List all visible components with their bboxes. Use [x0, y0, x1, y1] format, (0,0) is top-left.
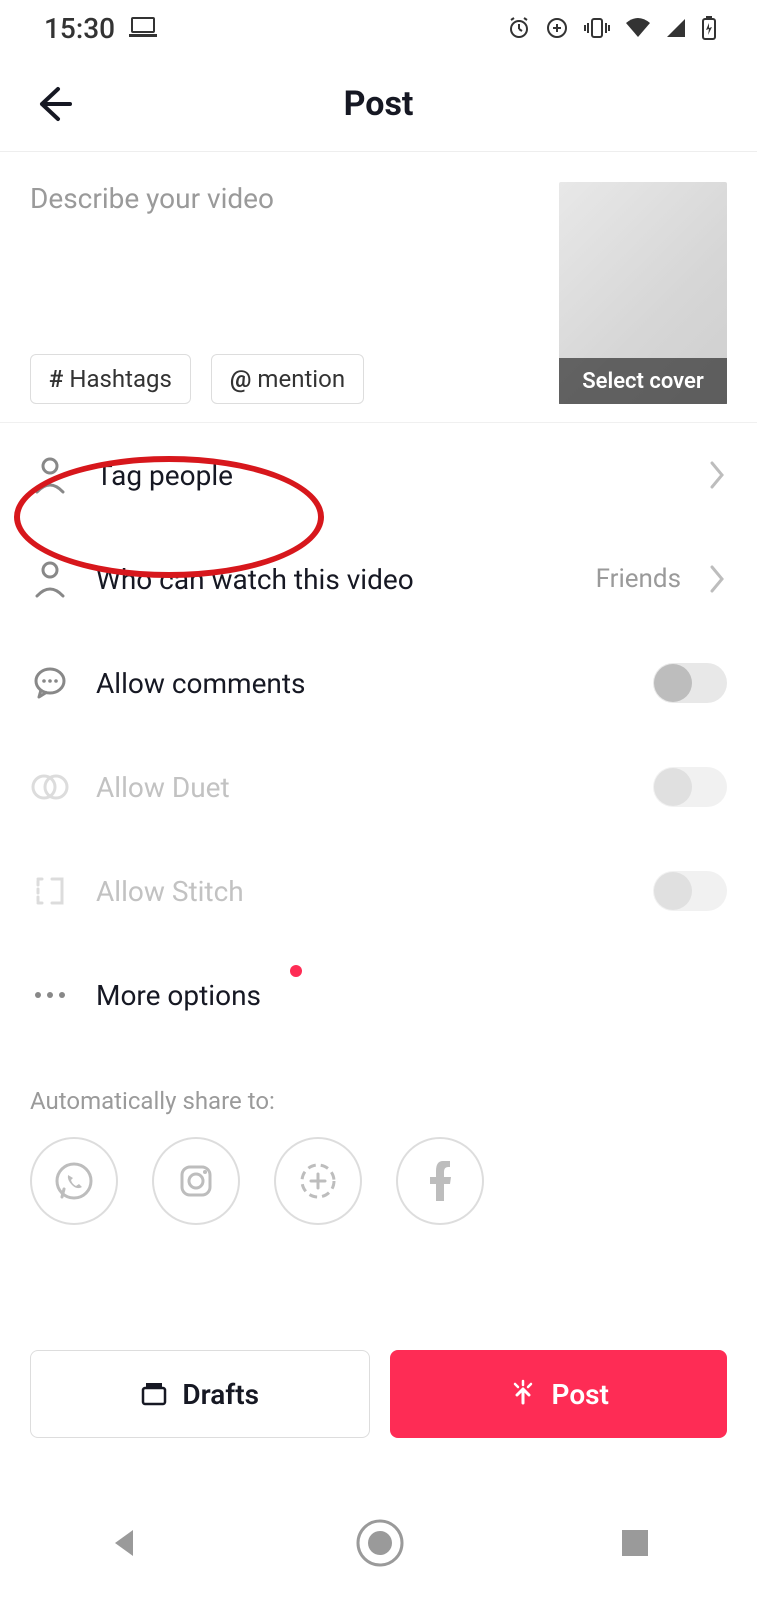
drafts-button[interactable]: Drafts — [30, 1350, 370, 1438]
vibrate-icon — [583, 16, 611, 40]
compose-left: Describe your video # Hashtags @ mention — [30, 182, 539, 404]
bottom-buttons: Drafts Post — [30, 1350, 727, 1438]
cover-thumbnail[interactable]: Select cover — [559, 182, 727, 404]
back-arrow-icon — [32, 83, 74, 125]
wifi-icon — [625, 17, 651, 39]
select-cover-button[interactable]: Select cover — [559, 358, 727, 404]
allow-stitch-toggle — [653, 871, 727, 911]
signal-icon — [665, 17, 687, 39]
comment-icon — [30, 666, 70, 700]
who-can-watch-row[interactable]: Who can watch this video Friends — [30, 527, 727, 631]
who-can-watch-value: Friends — [596, 564, 681, 594]
more-icon — [30, 990, 70, 1000]
nav-back[interactable] — [107, 1526, 141, 1564]
share-instagram[interactable] — [152, 1137, 240, 1225]
share-status[interactable] — [274, 1137, 362, 1225]
battery-icon — [701, 16, 717, 40]
compose-area: Describe your video # Hashtags @ mention… — [0, 152, 757, 423]
chevron-right-icon — [707, 459, 727, 491]
laptop-icon — [129, 12, 157, 45]
allow-comments-toggle[interactable] — [653, 663, 727, 703]
allow-comments-label: Allow comments — [96, 667, 627, 700]
hashtags-label: Hashtags — [69, 365, 172, 393]
status-left: 15:30 — [44, 12, 157, 45]
at-icon: @ — [230, 365, 252, 393]
hash-icon: # — [49, 365, 63, 393]
status-right — [507, 16, 717, 40]
person-icon — [30, 560, 70, 598]
instagram-icon — [174, 1159, 218, 1203]
allow-duet-label: Allow Duet — [96, 771, 627, 804]
who-can-watch-label: Who can watch this video — [96, 563, 570, 596]
share-whatsapp[interactable] — [30, 1137, 118, 1225]
share-facebook[interactable] — [396, 1137, 484, 1225]
status-bar: 15:30 — [0, 0, 757, 56]
status-time: 15:30 — [44, 12, 115, 45]
back-button[interactable] — [30, 81, 76, 127]
drafts-icon — [140, 1381, 168, 1407]
tag-people-label: Tag people — [96, 459, 681, 492]
more-options-row[interactable]: More options — [30, 943, 727, 1047]
status-add-icon — [296, 1159, 340, 1203]
nav-back-icon — [107, 1526, 141, 1560]
nav-recent[interactable] — [620, 1528, 650, 1562]
whatsapp-icon — [52, 1159, 96, 1203]
allow-duet-toggle — [653, 767, 727, 807]
options-list: Tag people Who can watch this video Frie… — [0, 423, 757, 1047]
allow-stitch-label: Allow Stitch — [96, 875, 627, 908]
stitch-icon — [30, 875, 70, 907]
post-button[interactable]: Post — [390, 1350, 728, 1438]
data-saver-icon — [545, 16, 569, 40]
post-label: Post — [552, 1378, 609, 1411]
allow-stitch-row: Allow Stitch — [30, 839, 727, 943]
more-options-label: More options — [96, 979, 727, 1012]
share-icons — [30, 1137, 727, 1225]
duet-icon — [30, 772, 70, 802]
description-input[interactable]: Describe your video — [30, 182, 539, 302]
allow-comments-row: Allow comments — [30, 631, 727, 735]
post-icon — [508, 1379, 538, 1409]
page-title: Post — [344, 84, 414, 124]
drafts-label: Drafts — [182, 1378, 259, 1411]
share-section: Automatically share to: — [0, 1047, 757, 1225]
hashtags-chip[interactable]: # Hashtags — [30, 354, 191, 404]
nav-home-icon — [355, 1518, 405, 1568]
compose-chips: # Hashtags @ mention — [30, 354, 539, 404]
nav-recent-icon — [620, 1528, 650, 1558]
share-title: Automatically share to: — [30, 1087, 727, 1115]
header: Post — [0, 56, 757, 152]
mention-label: mention — [257, 365, 345, 393]
system-nav-bar — [0, 1490, 757, 1600]
mention-chip[interactable]: @ mention — [211, 354, 364, 404]
tag-people-row[interactable]: Tag people — [30, 423, 727, 527]
nav-home[interactable] — [355, 1518, 405, 1572]
facebook-icon — [426, 1159, 454, 1203]
alarm-icon — [507, 16, 531, 40]
chevron-right-icon — [707, 563, 727, 595]
allow-duet-row: Allow Duet — [30, 735, 727, 839]
person-icon — [30, 456, 70, 494]
notification-dot-icon — [290, 965, 302, 977]
